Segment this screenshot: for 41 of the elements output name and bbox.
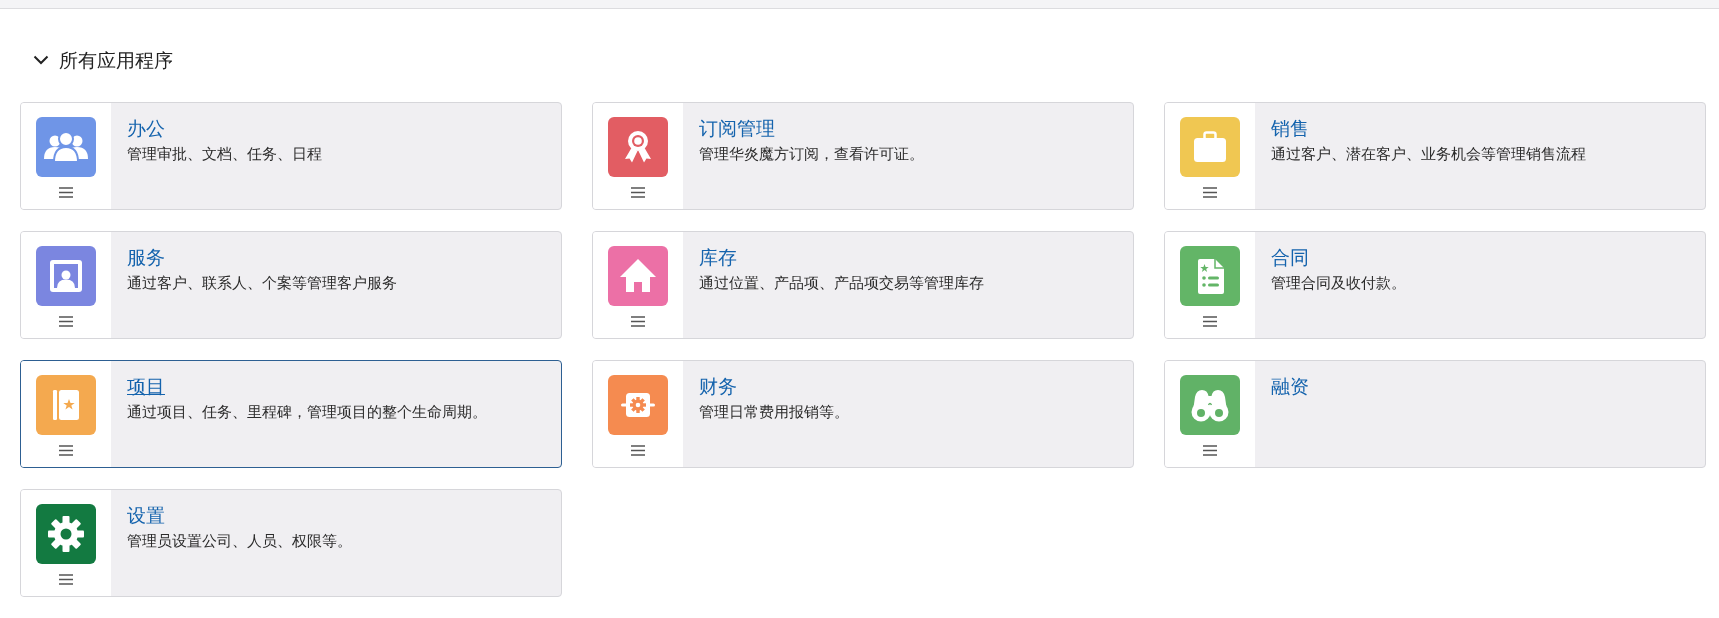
menu-icon[interactable] bbox=[1203, 187, 1217, 198]
menu-icon[interactable] bbox=[1203, 316, 1217, 327]
app-title-link[interactable]: 库存 bbox=[699, 245, 737, 269]
app-description: 管理员设置公司、人员、权限等。 bbox=[127, 531, 352, 551]
chevron-down-icon[interactable] bbox=[33, 55, 49, 65]
app-description: 管理合同及收付款。 bbox=[1271, 273, 1406, 293]
app-card[interactable]: 办公 管理审批、文档、任务、日程 bbox=[20, 102, 562, 210]
menu-icon[interactable] bbox=[631, 187, 645, 198]
menu-icon[interactable] bbox=[631, 445, 645, 456]
app-title-link[interactable]: 服务 bbox=[127, 245, 165, 269]
app-title-link[interactable]: 财务 bbox=[699, 374, 737, 398]
app-card[interactable]: 财务 管理日常费用报销等。 bbox=[592, 360, 1134, 468]
app-description: 管理日常费用报销等。 bbox=[699, 402, 849, 422]
app-title-link[interactable]: 销售 bbox=[1271, 116, 1309, 140]
app-card[interactable]: 融资 bbox=[1164, 360, 1706, 468]
app-title-link[interactable]: 合同 bbox=[1271, 245, 1309, 269]
app-card[interactable]: 订阅管理 管理华炎魔方订阅，查看许可证。 bbox=[592, 102, 1134, 210]
menu-icon[interactable] bbox=[59, 187, 73, 198]
app-description: 管理华炎魔方订阅，查看许可证。 bbox=[699, 144, 924, 164]
app-title-link[interactable]: 融资 bbox=[1271, 374, 1309, 398]
menu-icon[interactable] bbox=[631, 316, 645, 327]
app-card[interactable]: 服务 通过客户、联系人、个案等管理客户服务 bbox=[20, 231, 562, 339]
app-description: 通过客户、联系人、个案等管理客户服务 bbox=[127, 273, 397, 293]
app-title-link[interactable]: 办公 bbox=[127, 116, 165, 140]
app-card[interactable]: 设置 管理员设置公司、人员、权限等。 bbox=[20, 489, 562, 597]
app-title-link[interactable]: 订阅管理 bbox=[699, 116, 775, 140]
menu-icon[interactable] bbox=[59, 445, 73, 456]
app-description: 管理审批、文档、任务、日程 bbox=[127, 144, 322, 164]
menu-icon[interactable] bbox=[59, 316, 73, 327]
app-title-link[interactable]: 设置 bbox=[127, 503, 165, 527]
app-card[interactable]: 合同 管理合同及收付款。 bbox=[1164, 231, 1706, 339]
menu-icon[interactable] bbox=[59, 574, 73, 585]
app-description: 通过客户、潜在客户、业务机会等管理销售流程 bbox=[1271, 144, 1586, 164]
app-description: 通过位置、产品项、产品项交易等管理库存 bbox=[699, 273, 984, 293]
app-title-link[interactable]: 项目 bbox=[127, 374, 165, 398]
section-title: 所有应用程序 bbox=[59, 48, 173, 72]
app-card[interactable]: 销售 通过客户、潜在客户、业务机会等管理销售流程 bbox=[1164, 102, 1706, 210]
menu-icon[interactable] bbox=[1203, 445, 1217, 456]
app-description: 通过项目、任务、里程碑，管理项目的整个生命周期。 bbox=[127, 402, 487, 422]
app-card[interactable]: 库存 通过位置、产品项、产品项交易等管理库存 bbox=[592, 231, 1134, 339]
app-card[interactable]: 项目 通过项目、任务、里程碑，管理项目的整个生命周期。 bbox=[20, 360, 562, 468]
